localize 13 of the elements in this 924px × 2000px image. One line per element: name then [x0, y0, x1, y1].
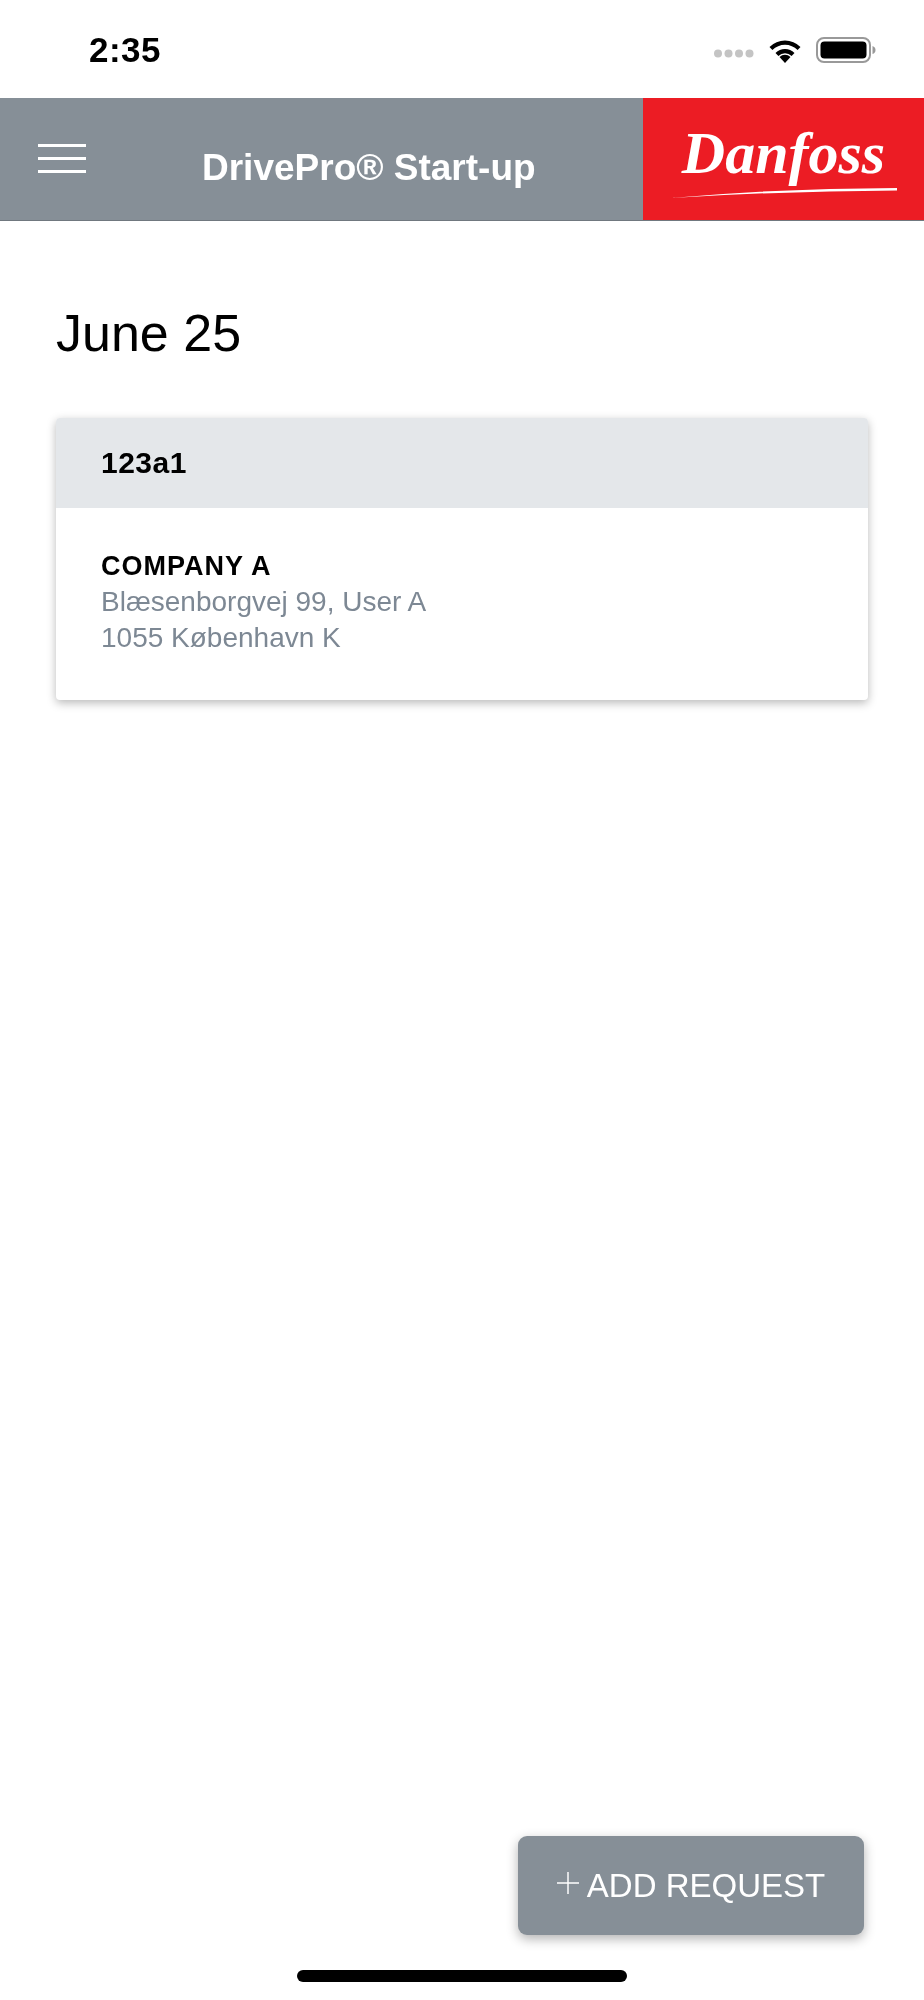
signal-dots-icon — [714, 48, 754, 58]
date-heading: June 25 — [56, 303, 242, 364]
app-title: DrivePro® Start-up — [202, 147, 536, 189]
company-name: COMPANY A — [101, 550, 272, 583]
address-line: 1055 København K — [101, 621, 341, 655]
request-card[interactable]: 123a1 COMPANY A Blæsenborgvej 99, User A 1055 København K — [56, 418, 868, 700]
plus-icon — [556, 1871, 579, 1894]
status-time: 2:35 — [89, 30, 162, 70]
logo-wordmark: Danfoss — [680, 120, 887, 186]
address-line: Blæsenborgvej 99, User A — [101, 585, 427, 619]
battery-icon — [816, 37, 876, 63]
request-id: 123a1 — [101, 446, 187, 480]
menu-icon[interactable] — [38, 143, 86, 173]
